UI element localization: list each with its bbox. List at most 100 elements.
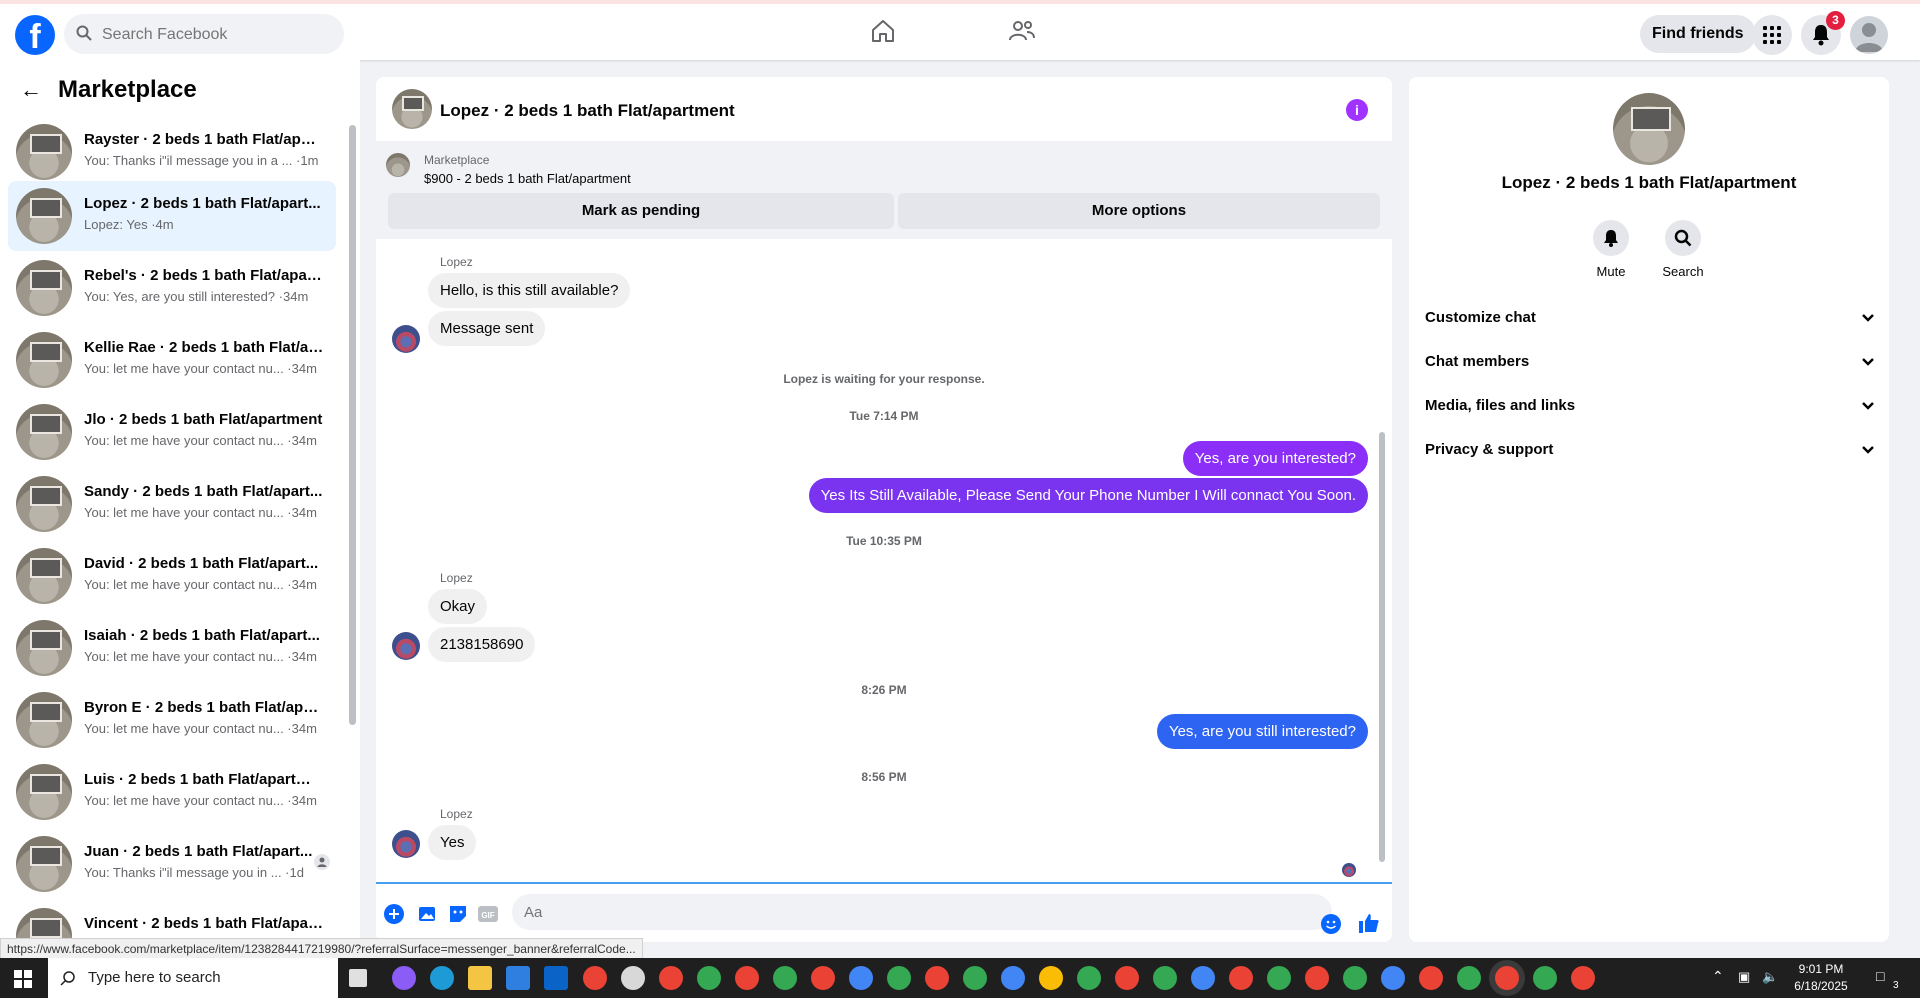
windows-start-icon[interactable] bbox=[14, 970, 32, 988]
conversation-item-active[interactable]: Lopez · 2 beds 1 bath Flat/apart... Lopez… bbox=[8, 181, 336, 251]
network-icon[interactable]: ▣ bbox=[1738, 969, 1750, 985]
chrome-icon[interactable] bbox=[1001, 966, 1025, 990]
message-bubble[interactable]: Yes bbox=[428, 825, 477, 860]
sent-message-bubble[interactable]: Yes Its Still Available, Please Send You… bbox=[808, 478, 1368, 513]
conversation-item[interactable]: Luis · 2 beds 1 bath Flat/apartme... You:… bbox=[8, 757, 336, 827]
mark-as-pending-button[interactable]: Mark as pending bbox=[388, 193, 894, 229]
facebook-logo[interactable]: f bbox=[15, 15, 55, 55]
chrome-icon[interactable] bbox=[1343, 966, 1367, 990]
chat-members-section[interactable]: Chat members bbox=[1425, 353, 1875, 377]
customize-chat-section[interactable]: Customize chat bbox=[1425, 309, 1875, 333]
chrome-icon[interactable] bbox=[1533, 966, 1557, 990]
media-files-links-section[interactable]: Media, files and links bbox=[1425, 397, 1875, 421]
volume-icon[interactable]: 🔈 bbox=[1762, 969, 1778, 985]
app-icon[interactable] bbox=[621, 966, 645, 990]
chrome-icon[interactable] bbox=[811, 966, 835, 990]
chrome-icon[interactable] bbox=[1115, 966, 1139, 990]
like-icon[interactable] bbox=[1358, 912, 1380, 934]
back-arrow-icon[interactable]: ← bbox=[20, 77, 42, 103]
conversation-item[interactable]: Rebel's · 2 beds 1 bath Flat/apart... You… bbox=[8, 253, 336, 323]
sidebar-scrollbar[interactable] bbox=[349, 125, 356, 725]
chrome-icon[interactable] bbox=[773, 966, 797, 990]
message-input[interactable] bbox=[512, 894, 1332, 930]
friends-icon[interactable] bbox=[1008, 18, 1036, 44]
message-bubble[interactable]: Okay bbox=[428, 589, 488, 624]
conversation-title: Isaiah · 2 beds 1 bath Flat/apart... bbox=[84, 627, 320, 644]
chrome-icon[interactable] bbox=[849, 966, 873, 990]
privacy-support-section[interactable]: Privacy & support bbox=[1425, 441, 1875, 465]
plus-icon[interactable] bbox=[384, 904, 404, 924]
clock[interactable]: 9:01 PM 6/18/2025 bbox=[1786, 962, 1856, 993]
mute-action[interactable]: Mute bbox=[1571, 220, 1651, 279]
gif-icon[interactable]: GIF bbox=[478, 904, 498, 924]
chrome-icon[interactable] bbox=[1267, 966, 1291, 990]
conversation-item[interactable]: Byron E · 2 beds 1 bath Flat/apar... You:… bbox=[8, 685, 336, 755]
store-icon[interactable] bbox=[506, 966, 530, 990]
chat-title[interactable]: Lopez · 2 beds 1 bath Flat/apartment bbox=[440, 101, 735, 121]
chat-listing-thumbnail[interactable] bbox=[392, 89, 432, 129]
taskbar-search[interactable]: Type here to search bbox=[48, 958, 338, 998]
chrome-icon[interactable] bbox=[1153, 966, 1177, 990]
timestamp-divider: Tue 10:35 PM bbox=[846, 534, 922, 548]
listing-thumbnail bbox=[16, 692, 72, 748]
listing-thumbnail bbox=[16, 620, 72, 676]
chrome-icon[interactable] bbox=[1571, 966, 1595, 990]
chrome-icon[interactable] bbox=[1039, 966, 1063, 990]
chrome-icon[interactable] bbox=[1305, 966, 1329, 990]
sent-message-bubble[interactable]: Yes, are you still interested? bbox=[1156, 714, 1368, 749]
chrome-icon[interactable] bbox=[1077, 966, 1101, 990]
search-input[interactable] bbox=[100, 14, 334, 56]
chrome-icon[interactable] bbox=[1381, 966, 1405, 990]
chrome-icon[interactable] bbox=[659, 966, 683, 990]
sender-avatar[interactable] bbox=[392, 830, 420, 858]
banner-listing[interactable]: $900 - 2 beds 1 bath Flat/apartment bbox=[424, 171, 631, 186]
top-navigation-bar: f Find friends 3 bbox=[0, 0, 1920, 60]
chrome-icon[interactable] bbox=[887, 966, 911, 990]
menu-button[interactable] bbox=[1752, 15, 1792, 55]
conversation-item[interactable]: David · 2 beds 1 bath Flat/apart... You: … bbox=[8, 541, 336, 611]
chrome-icon[interactable] bbox=[1457, 966, 1481, 990]
notification-center-icon[interactable]: □ bbox=[1876, 968, 1884, 984]
outlook-icon[interactable] bbox=[544, 966, 568, 990]
conversation-item[interactable]: Isaiah · 2 beds 1 bath Flat/apart... You:… bbox=[8, 613, 336, 683]
message-bubble[interactable]: Hello, is this still available? bbox=[428, 273, 631, 308]
sender-avatar[interactable] bbox=[392, 632, 420, 660]
more-options-button[interactable]: More options bbox=[898, 193, 1380, 229]
home-icon[interactable] bbox=[870, 18, 896, 44]
edge-icon[interactable] bbox=[430, 966, 454, 990]
chrome-icon[interactable] bbox=[735, 966, 759, 990]
chrome-icon[interactable] bbox=[1419, 966, 1443, 990]
task-view-icon[interactable] bbox=[349, 969, 367, 987]
conversation-item[interactable]: Sandy · 2 beds 1 bath Flat/apart... You: … bbox=[8, 469, 336, 539]
sticker-icon[interactable] bbox=[448, 904, 468, 924]
conversation-item[interactable]: Kellie Rae · 2 beds 1 bath Flat/ap... You… bbox=[8, 325, 336, 395]
conversation-item[interactable]: Juan · 2 beds 1 bath Flat/apart... You: T… bbox=[8, 829, 336, 899]
marketplace-sidebar: ← Marketplace Rayster · 2 beds 1 bath Fla… bbox=[0, 60, 360, 964]
photo-icon[interactable] bbox=[418, 904, 438, 924]
sent-message-bubble[interactable]: Yes, are you interested? bbox=[1182, 441, 1368, 476]
find-friends-button[interactable]: Find friends bbox=[1640, 15, 1756, 53]
info-icon[interactable]: i bbox=[1346, 99, 1368, 121]
chrome-icon[interactable] bbox=[583, 966, 607, 990]
conversation-item[interactable]: Jlo · 2 beds 1 bath Flat/apartment You: l… bbox=[8, 397, 336, 467]
chevron-up-icon[interactable]: ⌃ bbox=[1712, 968, 1724, 985]
copilot-icon[interactable] bbox=[392, 966, 416, 990]
user-profile-icon[interactable] bbox=[314, 854, 330, 870]
search-box[interactable] bbox=[64, 14, 344, 56]
chrome-icon-active[interactable] bbox=[1495, 966, 1519, 990]
chrome-icon[interactable] bbox=[963, 966, 987, 990]
message-bubble[interactable]: Message sent bbox=[428, 311, 546, 346]
chat-scrollbar[interactable] bbox=[1379, 432, 1385, 862]
message-bubble[interactable]: 2138158690 bbox=[428, 627, 536, 662]
chrome-icon[interactable] bbox=[1229, 966, 1253, 990]
chrome-icon[interactable] bbox=[1191, 966, 1215, 990]
search-action[interactable]: Search bbox=[1643, 220, 1723, 279]
profile-avatar[interactable] bbox=[1850, 16, 1888, 54]
file-explorer-icon[interactable] bbox=[468, 966, 492, 990]
marketplace-banner: Marketplace $900 - 2 beds 1 bath Flat/ap… bbox=[376, 141, 1392, 239]
emoji-icon[interactable] bbox=[1321, 914, 1341, 934]
chrome-icon[interactable] bbox=[697, 966, 721, 990]
conversation-item[interactable]: Rayster · 2 beds 1 bath Flat/apar... You:… bbox=[8, 117, 336, 187]
chrome-icon[interactable] bbox=[925, 966, 949, 990]
sender-avatar[interactable] bbox=[392, 325, 420, 353]
